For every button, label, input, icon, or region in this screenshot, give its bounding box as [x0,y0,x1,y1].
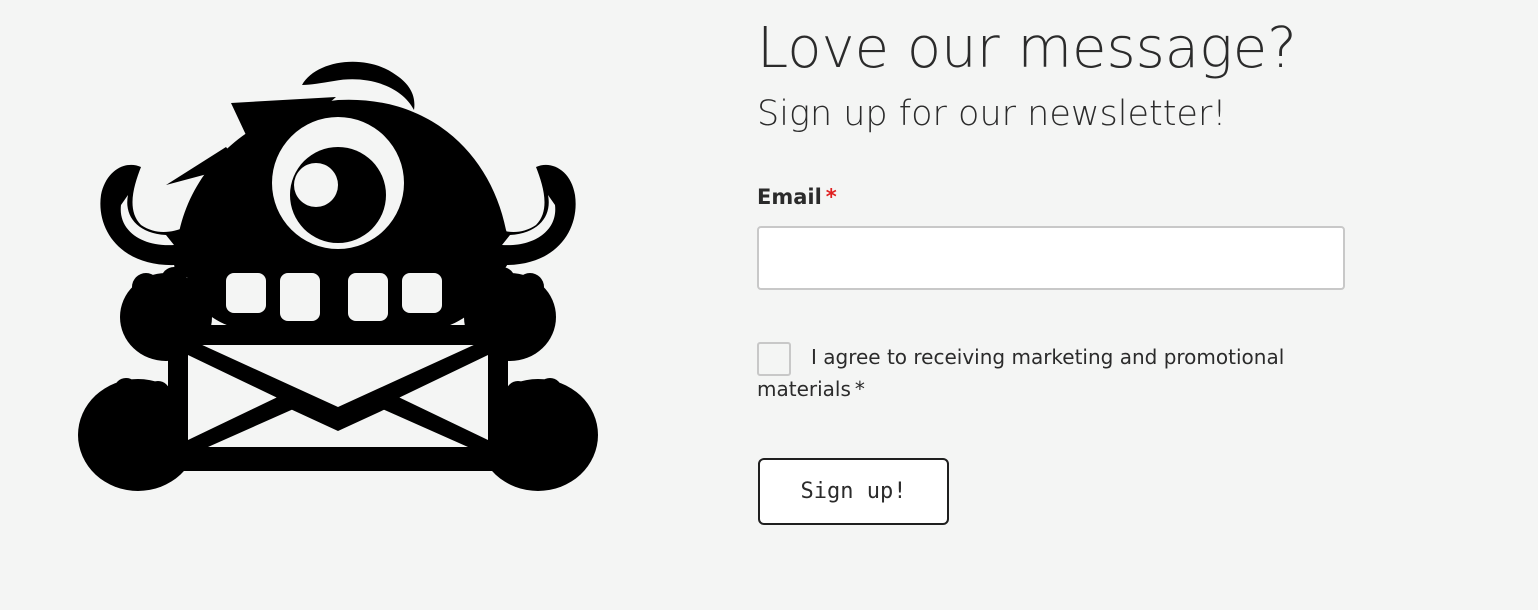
signup-button[interactable]: Sign up! [758,458,949,525]
email-label-text: Email [757,185,822,209]
consent-label: I agree to receiving marketing and promo… [757,345,1285,401]
email-input[interactable] [757,226,1345,290]
newsletter-signup-form: Love our message? Sign up for our newsle… [757,14,1357,525]
consent-checkbox[interactable] [757,342,791,376]
email-label: Email * [757,185,837,209]
required-marker: * [825,185,837,209]
page-subtitle: Sign up for our newsletter! [757,94,1227,134]
required-marker: * [854,377,865,401]
page-title: Love our message? [757,16,1297,81]
newsletter-monster-icon [78,61,598,491]
consent-row: I agree to receiving marketing and promo… [757,342,1357,402]
